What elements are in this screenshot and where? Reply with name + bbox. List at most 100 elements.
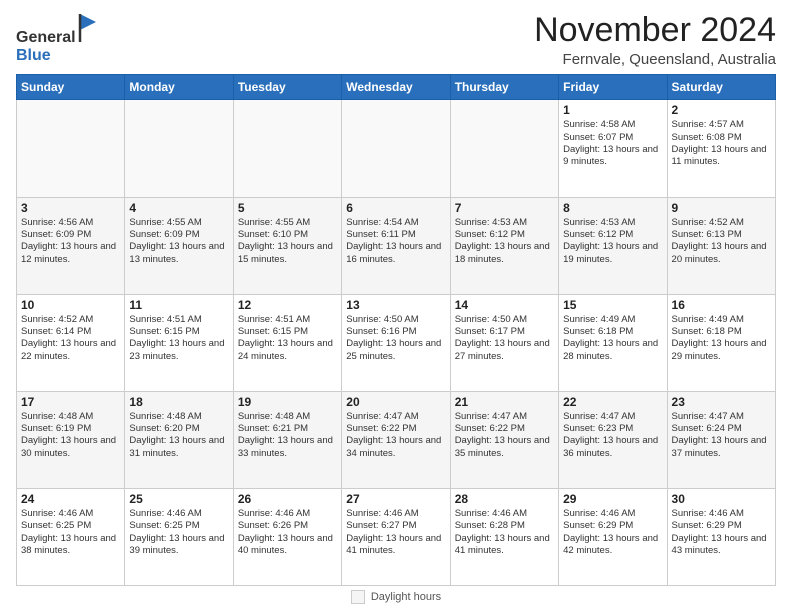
day-number: 12 [238,298,337,312]
calendar-cell: 22Sunrise: 4:47 AMSunset: 6:23 PMDayligh… [559,391,667,488]
day-info: Daylight: 13 hours and 39 minutes. [129,533,228,558]
day-info: Sunset: 6:20 PM [129,423,228,435]
day-info: Sunset: 6:12 PM [455,229,554,241]
day-info: Sunset: 6:18 PM [672,326,771,338]
day-info: Daylight: 13 hours and 29 minutes. [672,338,771,363]
calendar-week-row: 3Sunrise: 4:56 AMSunset: 6:09 PMDaylight… [17,197,776,294]
day-info: Sunset: 6:29 PM [563,520,662,532]
day-number: 16 [672,298,771,312]
day-number: 15 [563,298,662,312]
day-info: Sunrise: 4:49 AM [672,314,771,326]
day-number: 7 [455,201,554,215]
calendar-cell: 6Sunrise: 4:54 AMSunset: 6:11 PMDaylight… [342,197,450,294]
day-number: 24 [21,492,120,506]
day-number: 28 [455,492,554,506]
calendar-cell: 19Sunrise: 4:48 AMSunset: 6:21 PMDayligh… [233,391,341,488]
calendar-cell [233,100,341,197]
footer: Daylight hours [16,590,776,604]
day-info: Sunrise: 4:51 AM [129,314,228,326]
day-number: 22 [563,395,662,409]
calendar-cell: 5Sunrise: 4:55 AMSunset: 6:10 PMDaylight… [233,197,341,294]
calendar-cell: 10Sunrise: 4:52 AMSunset: 6:14 PMDayligh… [17,294,125,391]
calendar-cell: 15Sunrise: 4:49 AMSunset: 6:18 PMDayligh… [559,294,667,391]
day-info: Sunrise: 4:46 AM [455,508,554,520]
calendar-cell: 16 Sunrise: 4:49 AMSunset: 6:18 PMDayligh… [667,294,775,391]
day-info: Sunrise: 4:46 AM [129,508,228,520]
day-info: Sunset: 6:15 PM [238,326,337,338]
title-block: November 2024 Fernvale, Queensland, Aust… [534,12,776,68]
daylight-label: Daylight hours [371,591,441,603]
day-info: Daylight: 13 hours and 16 minutes. [346,241,445,266]
day-info: Sunrise: 4:48 AM [21,411,120,423]
day-number: 5 [238,201,337,215]
day-info: Sunset: 6:26 PM [238,520,337,532]
day-info: Sunrise: 4:50 AM [455,314,554,326]
day-number: 25 [129,492,228,506]
day-info: Sunrise: 4:46 AM [346,508,445,520]
calendar-cell: 12 Sunrise: 4:51 AMSunset: 6:15 PMDayligh… [233,294,341,391]
day-number: 23 [672,395,771,409]
day-info: Sunset: 6:08 PM [672,132,771,144]
day-info: Sunrise: 4:56 AM [21,217,120,229]
day-info: Sunrise: 4:51 AM [238,314,337,326]
day-info: Sunrise: 4:58 AM [563,119,662,131]
day-info: Sunset: 6:21 PM [238,423,337,435]
day-info: Daylight: 13 hours and 28 minutes. [563,338,662,363]
weekday-header-sunday: Sunday [17,75,125,100]
day-number: 26 [238,492,337,506]
day-info: Sunset: 6:27 PM [346,520,445,532]
day-info: Sunset: 6:16 PM [346,326,445,338]
day-number: 9 [672,201,771,215]
day-info: Sunrise: 4:47 AM [346,411,445,423]
day-info: Sunrise: 4:47 AM [455,411,554,423]
day-info: Daylight: 13 hours and 38 minutes. [21,533,120,558]
day-info: Daylight: 13 hours and 20 minutes. [672,241,771,266]
day-info: Sunset: 6:17 PM [455,326,554,338]
weekday-header-thursday: Thursday [450,75,558,100]
logo: General Blue [16,16,98,64]
day-info: Sunrise: 4:55 AM [238,217,337,229]
day-number: 3 [21,201,120,215]
weekday-header-saturday: Saturday [667,75,775,100]
calendar-table: SundayMondayTuesdayWednesdayThursdayFrid… [16,74,776,586]
calendar-cell: 18Sunrise: 4:48 AMSunset: 6:20 PMDayligh… [125,391,233,488]
location: Fernvale, Queensland, Australia [534,51,776,68]
day-number: 11 [129,298,228,312]
weekday-header-row: SundayMondayTuesdayWednesdayThursdayFrid… [17,75,776,100]
day-number: 21 [455,395,554,409]
day-number: 29 [563,492,662,506]
day-info: Sunset: 6:09 PM [21,229,120,241]
day-info: Daylight: 13 hours and 22 minutes. [21,338,120,363]
day-info: Daylight: 13 hours and 33 minutes. [238,435,337,460]
day-number: 1 [563,103,662,117]
logo-flag-icon [78,14,98,42]
day-info: Daylight: 13 hours and 24 minutes. [238,338,337,363]
day-number: 30 [672,492,771,506]
day-info: Sunrise: 4:57 AM [672,119,771,131]
day-info: Sunrise: 4:55 AM [129,217,228,229]
calendar-cell: 29Sunrise: 4:46 AMSunset: 6:29 PMDayligh… [559,488,667,585]
day-info: Daylight: 13 hours and 18 minutes. [455,241,554,266]
day-info: Sunrise: 4:47 AM [672,411,771,423]
day-info: Daylight: 13 hours and 30 minutes. [21,435,120,460]
day-info: Daylight: 13 hours and 25 minutes. [346,338,445,363]
day-info: Sunset: 6:28 PM [455,520,554,532]
day-info: Sunset: 6:18 PM [563,326,662,338]
day-number: 10 [21,298,120,312]
calendar-cell: 26Sunrise: 4:46 AMSunset: 6:26 PMDayligh… [233,488,341,585]
calendar-cell: 30Sunrise: 4:46 AMSunset: 6:29 PMDayligh… [667,488,775,585]
calendar-cell: 25Sunrise: 4:46 AMSunset: 6:25 PMDayligh… [125,488,233,585]
calendar-week-row: 24Sunrise: 4:46 AMSunset: 6:25 PMDayligh… [17,488,776,585]
day-number: 6 [346,201,445,215]
day-info: Daylight: 13 hours and 37 minutes. [672,435,771,460]
calendar-cell [17,100,125,197]
calendar-cell: 14Sunrise: 4:50 AMSunset: 6:17 PMDayligh… [450,294,558,391]
calendar-cell: 4Sunrise: 4:55 AMSunset: 6:09 PMDaylight… [125,197,233,294]
day-info: Daylight: 13 hours and 12 minutes. [21,241,120,266]
day-info: Sunrise: 4:46 AM [21,508,120,520]
day-info: Daylight: 13 hours and 41 minutes. [346,533,445,558]
page: General Blue November 2024 Fernvale, Que… [0,0,792,612]
calendar-cell: 21Sunrise: 4:47 AMSunset: 6:22 PMDayligh… [450,391,558,488]
day-info: Daylight: 13 hours and 34 minutes. [346,435,445,460]
day-info: Sunset: 6:09 PM [129,229,228,241]
